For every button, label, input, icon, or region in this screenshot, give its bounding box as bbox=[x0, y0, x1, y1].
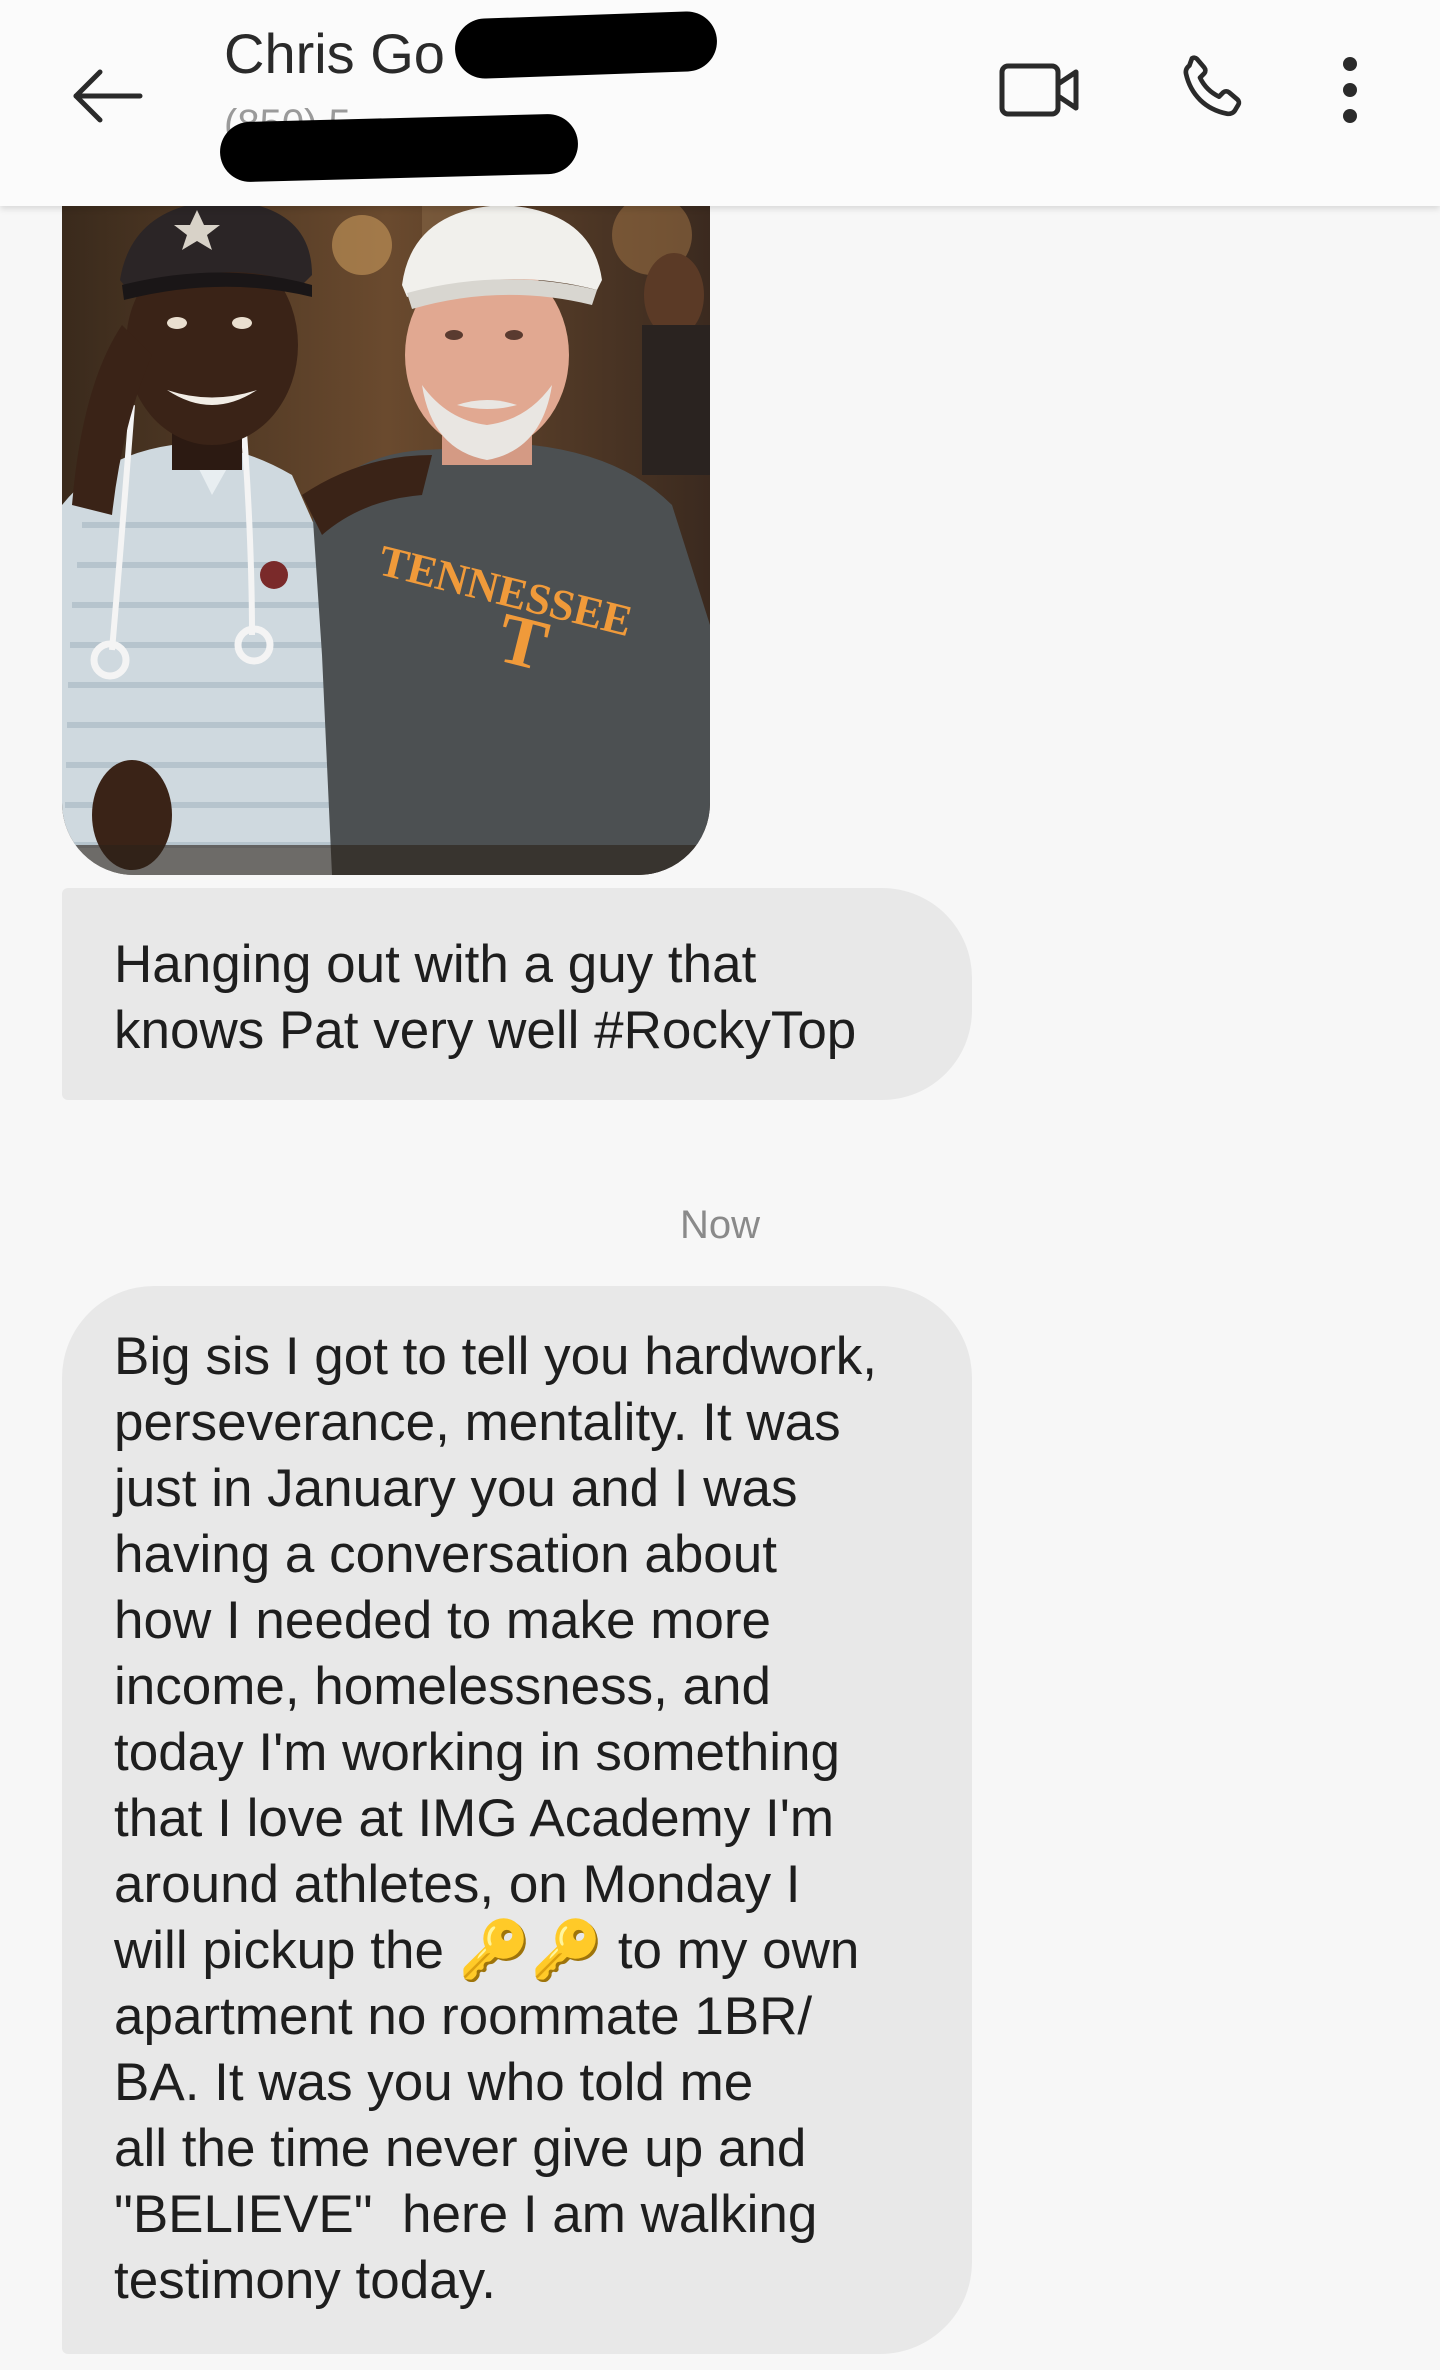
message-bubble[interactable]: Big sis I got to tell you hardwork, pers… bbox=[62, 1286, 972, 2354]
conversation-header: (850) 5 Chris Go bbox=[0, 0, 1440, 206]
video-call-button[interactable] bbox=[990, 40, 1090, 140]
message-timestamp: Now bbox=[679, 1203, 761, 1247]
more-vertical-icon bbox=[1343, 57, 1357, 123]
arrow-left-icon bbox=[73, 69, 143, 123]
voice-call-button[interactable] bbox=[1160, 40, 1260, 140]
photo-two-men: TENNESSEE T bbox=[62, 205, 710, 875]
more-options-button[interactable] bbox=[1300, 40, 1400, 140]
back-button[interactable] bbox=[58, 48, 154, 144]
key-emoji-icon: 🔑🔑 bbox=[458, 1918, 604, 1983]
message-image[interactable]: TENNESSEE T bbox=[62, 205, 710, 875]
phone-icon bbox=[1183, 55, 1242, 117]
video-camera-icon bbox=[999, 63, 1079, 117]
redaction-mark bbox=[219, 113, 579, 183]
redaction-mark bbox=[454, 10, 718, 80]
message-bubble[interactable]: Hanging out with a guy that knows Pat ve… bbox=[62, 888, 972, 1100]
contact-name[interactable]: Chris Go bbox=[224, 18, 445, 90]
message-text: Big sis I got to tell you hardwork, pers… bbox=[114, 1327, 877, 1980]
